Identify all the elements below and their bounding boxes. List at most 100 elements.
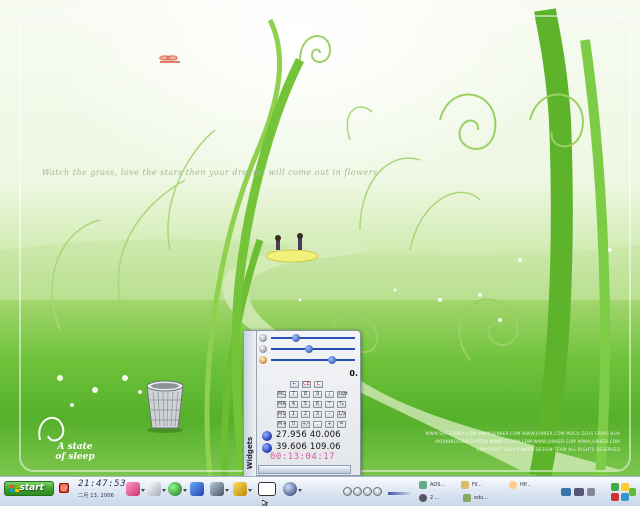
tray-extra-icon[interactable] <box>629 488 636 496</box>
network-icon[interactable] <box>168 482 182 496</box>
wallpaper-footer-line: WWW.SOFTCHINA.COM WWW.JUNKER.COM WWW.JUN… <box>425 431 620 436</box>
chevron-down-icon[interactable] <box>248 489 252 493</box>
calculator-key[interactable]: 4 <box>289 401 298 408</box>
volume-slider-track[interactable] <box>271 337 355 339</box>
start-button[interactable]: start <box>4 481 54 496</box>
tray-green-icon[interactable] <box>611 483 619 491</box>
wallpaper-footer-line: MORNINGSTAR SYSTEM WWW.CROOM.COM WWW.JUN… <box>435 439 620 444</box>
wallpaper-tagline: Watch the grass, love the stars then you… <box>42 168 378 177</box>
tray-red-icon[interactable] <box>611 493 619 501</box>
task-button[interactable]: HP... <box>508 480 548 491</box>
task-label: 2 ... <box>430 495 440 501</box>
chevron-down-icon[interactable] <box>298 489 302 493</box>
pin-icon <box>419 494 427 502</box>
task-label: HP... <box>520 482 531 488</box>
calculator-key[interactable]: + <box>325 421 334 428</box>
widgets-input-bar[interactable] <box>258 465 351 474</box>
chevron-down-icon[interactable] <box>183 489 187 493</box>
mouse-cursor-icon <box>262 500 269 506</box>
chevron-down-icon[interactable] <box>225 489 229 493</box>
calculator-key[interactable]: 1/x <box>337 411 346 418</box>
volume-slider[interactable] <box>259 334 357 343</box>
calculator-key[interactable]: 5 <box>301 401 310 408</box>
mic-slider[interactable] <box>259 356 357 365</box>
calculator-key[interactable]: MC <box>277 391 286 398</box>
chevron-down-icon[interactable] <box>141 489 145 493</box>
app-icon <box>509 481 517 489</box>
brightness-icon <box>259 345 267 353</box>
network-tray-icon[interactable] <box>587 488 595 496</box>
screen-icon[interactable] <box>210 482 224 496</box>
messenger-icon[interactable] <box>190 482 204 496</box>
calculator-key[interactable]: M+ <box>277 421 287 428</box>
task-label: edu... <box>474 495 489 501</box>
volume-bar[interactable] <box>388 492 410 495</box>
weather-value: 27.956 40.006 <box>276 430 341 440</box>
paint-icon[interactable] <box>126 482 140 496</box>
calculator-key[interactable]: 0 <box>289 421 298 428</box>
calculator-key[interactable]: * <box>325 401 334 408</box>
wallpaper-footer-line: COPYRIGHT 2006 JUNKER DESIGN TEAM ALL RI… <box>476 447 620 452</box>
play-icon[interactable] <box>353 487 362 496</box>
globe-icon[interactable] <box>262 431 272 441</box>
calculator-key[interactable]: MR <box>277 401 286 408</box>
calculator-key[interactable]: C <box>314 381 323 388</box>
next-icon[interactable] <box>373 487 382 496</box>
printer-icon[interactable] <box>574 488 584 496</box>
calendar-icon[interactable] <box>258 482 276 496</box>
app-icon <box>463 494 471 502</box>
calculator-key[interactable]: CE <box>302 381 311 388</box>
calculator-key[interactable]: 3 <box>313 411 322 418</box>
folder-icon[interactable] <box>233 482 247 496</box>
tray-smiley-icon[interactable] <box>621 483 629 491</box>
taskbar: start @ 21:47:53 二月 13, 2006 ADS... Fil.… <box>0 476 640 506</box>
calculator-key[interactable]: 8 <box>301 391 310 398</box>
wallpaper-logo-line2: of sleep <box>55 452 95 462</box>
weather-row: 27.956 40.006 <box>258 430 358 442</box>
mic-slider-track[interactable] <box>271 359 355 361</box>
calculator-key[interactable]: - <box>325 411 334 418</box>
gear-icon[interactable] <box>283 482 297 496</box>
mic-slider-knob[interactable] <box>328 356 336 364</box>
calculator-key[interactable]: . <box>313 421 322 428</box>
monitor-icon[interactable] <box>561 488 571 496</box>
calculator-display: 0. <box>349 369 358 378</box>
widgets-tab[interactable]: Widgets <box>244 331 257 476</box>
recycle-bin-icon[interactable] <box>142 378 188 434</box>
tray-blue-icon[interactable] <box>621 493 629 501</box>
calculator-key[interactable]: = <box>337 421 346 428</box>
task-button[interactable]: edu... <box>462 493 502 504</box>
calculator-key[interactable]: ← <box>290 381 299 388</box>
folder-icon <box>461 481 469 489</box>
calculator-key[interactable]: MS <box>277 411 286 418</box>
task-label: Fil... <box>472 482 483 488</box>
chevron-down-icon[interactable] <box>162 489 166 493</box>
calculator-key[interactable]: 1 <box>289 411 298 418</box>
task-label: ADS... <box>430 482 446 488</box>
calculator-key[interactable]: 9 <box>313 391 322 398</box>
taskbar-date: 二月 13, 2006 <box>78 493 115 499</box>
taskbar-clock: 21:47:53 <box>78 479 127 489</box>
brightness-slider[interactable] <box>259 345 357 354</box>
calculator-key[interactable]: 2 <box>301 411 310 418</box>
calculator-key[interactable]: +/- <box>301 421 310 428</box>
previous-icon[interactable] <box>343 487 352 496</box>
calculator-key[interactable]: sqrt <box>337 391 348 398</box>
notepad-icon[interactable] <box>147 482 161 496</box>
calculator-key[interactable]: % <box>337 401 346 408</box>
windows-logo-icon <box>10 485 19 493</box>
calculator-key[interactable]: 6 <box>313 401 322 408</box>
mic-icon <box>259 356 267 364</box>
wallpaper-footer: WWW.SOFTCHINA.COM WWW.JUNKER.COM WWW.JUN… <box>350 430 620 454</box>
brightness-slider-knob[interactable] <box>305 345 314 353</box>
pause-icon[interactable] <box>363 487 372 496</box>
volume-slider-knob[interactable] <box>292 334 301 342</box>
system-tray <box>561 483 637 503</box>
task-button[interactable]: Fil... <box>460 480 500 491</box>
calculator-key[interactable]: 7 <box>289 391 298 398</box>
shutdown-icon[interactable]: @ <box>59 483 69 493</box>
start-label: start <box>19 483 44 493</box>
task-button[interactable]: 2 ... <box>418 493 458 504</box>
task-button[interactable]: ADS... <box>418 480 458 491</box>
calculator-key[interactable]: / <box>325 391 334 398</box>
